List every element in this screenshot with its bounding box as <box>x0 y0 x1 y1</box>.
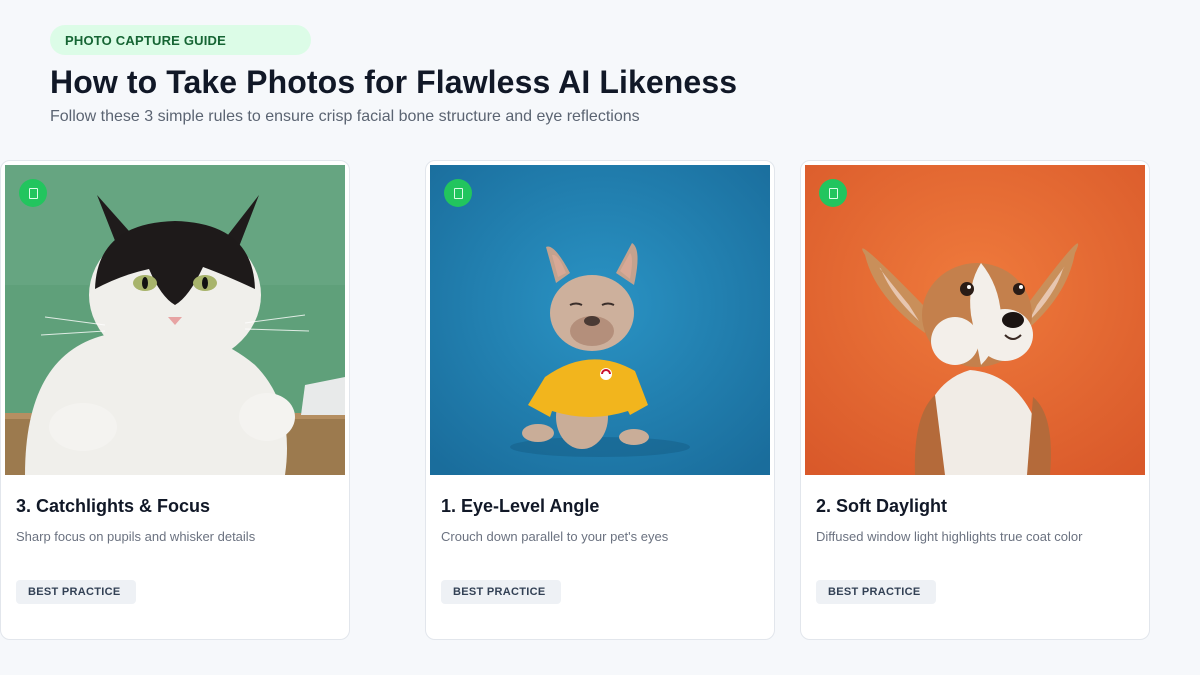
card-description: Diffused window light highlights true co… <box>816 529 1083 544</box>
check-icon <box>819 179 847 207</box>
card-title: 3. Catchlights & Focus <box>16 496 211 516</box>
check-icon <box>444 179 472 207</box>
best-practice-badge: BEST PRACTICE <box>16 580 136 604</box>
tip-card-catchlights-focus[interactable]: 3. Catchlights & Focus Sharp focus on pu… <box>0 160 350 640</box>
corgi-photo <box>805 165 1145 475</box>
best-practice-badge: BEST PRACTICE <box>441 580 561 604</box>
tip-card-soft-daylight[interactable]: 2. Soft Daylight Diffused window light h… <box>800 160 1150 640</box>
guide-category-pill: PHOTO CAPTURE GUIDE <box>50 25 311 55</box>
bulldog-photo <box>430 165 770 475</box>
check-icon <box>19 179 47 207</box>
card-description: Sharp focus on pupils and whisker detail… <box>16 529 256 544</box>
card-title: 1. Eye-Level Angle <box>441 496 600 516</box>
guide-category-label: PHOTO CAPTURE GUIDE <box>65 32 227 48</box>
page-subtitle: Follow these 3 simple rules to ensure cr… <box>50 108 640 125</box>
page-title: How to Take Photos for Flawless AI Liken… <box>50 64 738 100</box>
cat-photo <box>5 165 345 475</box>
card-title: 2. Soft Daylight <box>816 496 948 516</box>
tip-card-eye-level[interactable]: 1. Eye-Level Angle Crouch down parallel … <box>425 160 775 640</box>
card-description: Crouch down parallel to your pet's eyes <box>441 529 669 544</box>
best-practice-badge: BEST PRACTICE <box>816 580 936 604</box>
photo-guide-page: PHOTO CAPTURE GUIDE How to Take Photos f… <box>0 0 1200 675</box>
